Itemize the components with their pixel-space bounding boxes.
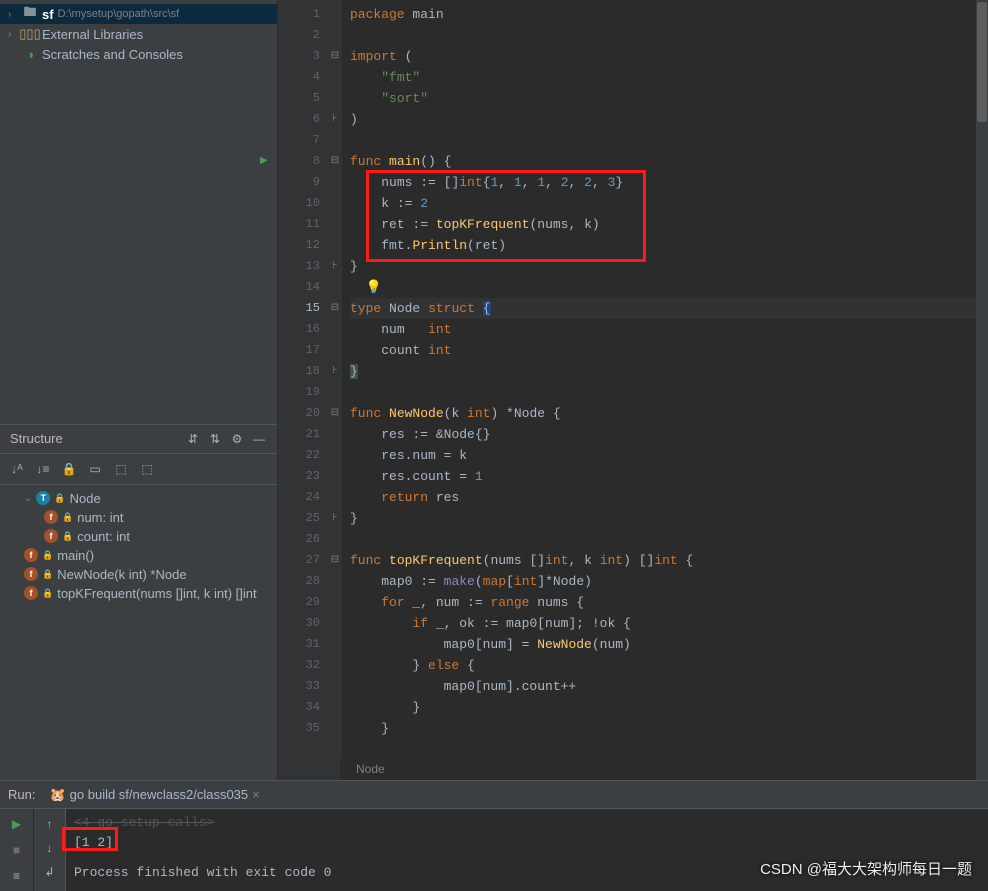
library-icon: ▯▯▯ [22, 26, 38, 42]
func-icon: f [24, 567, 38, 581]
chevron-down-icon: ⌄ [24, 493, 32, 504]
lock-icon: 🔒 [62, 512, 73, 523]
struct-label: num: int [77, 510, 123, 525]
close-icon[interactable]: × [252, 787, 260, 802]
console-result: [1 2] [74, 833, 980, 853]
autoscroll-from-icon[interactable]: ⬚ [136, 458, 158, 480]
struct-field-count[interactable]: f 🔒 count: int [0, 527, 277, 546]
struct-label: NewNode(k int) *Node [57, 567, 186, 582]
stop-icon[interactable]: ■ [6, 839, 28, 861]
struct-label: Node [70, 491, 101, 506]
left-panel: › 🖿 sf D:\mysetup\gopath\src\sf › ▯▯▯ Ex… [0, 0, 278, 780]
external-libraries[interactable]: › ▯▯▯ External Libraries [0, 24, 277, 44]
gear-icon[interactable]: ⚙ [229, 431, 245, 447]
structure-toolbar: ↓ᴬ ↓≡ 🔒 ▭ ⬚ ⬚ [0, 453, 277, 485]
lock-icon: 🔒 [42, 588, 53, 599]
project-name: sf [42, 7, 54, 22]
field-icon: f [44, 529, 58, 543]
autoscroll-icon[interactable]: ⬚ [110, 458, 132, 480]
func-icon: f [24, 586, 38, 600]
lock-icon: 🔒 [42, 550, 53, 561]
structure-panel: Structure ⇵ ⇅ ⚙ — ↓ᴬ ↓≡ 🔒 ▭ ⬚ ⬚ ⌄ T [0, 424, 277, 781]
layout-icon[interactable]: ≡ [6, 865, 28, 887]
rerun-icon[interactable]: ▶ [6, 813, 28, 835]
hide-icon[interactable]: — [251, 431, 267, 447]
structure-title: Structure [10, 431, 179, 446]
code-area[interactable]: package mainimport ( "fmt" "sort")func m… [342, 0, 988, 780]
expand-icon[interactable]: ⇵ [185, 431, 201, 447]
structure-header: Structure ⇵ ⇅ ⚙ — [0, 425, 277, 453]
project-tree: › 🖿 sf D:\mysetup\gopath\src\sf › ▯▯▯ Ex… [0, 0, 277, 68]
watermark: CSDN @福大大架构师每日一题 [760, 858, 972, 879]
run-nav: ↑ ↓ ↲ [34, 809, 66, 891]
sort-alpha-icon[interactable]: ↓ᴬ [6, 458, 28, 480]
console-setup: <4 go setup calls> [74, 813, 980, 833]
scrollbar-thumb[interactable] [977, 2, 987, 122]
line-gutter: 12345678▶9101112131415161718192021222324… [278, 0, 328, 780]
collapse-icon[interactable]: ⇅ [207, 431, 223, 447]
run-header: Run: 🐹 go build sf/newclass2/class035 × [0, 781, 988, 809]
scratches[interactable]: ◑ Scratches and Consoles [0, 44, 277, 64]
type-icon: T [36, 491, 50, 505]
struct-label: main() [57, 548, 94, 563]
scrollbar-vertical[interactable] [976, 0, 988, 780]
struct-label: count: int [77, 529, 130, 544]
lock-icon: 🔒 [42, 569, 53, 580]
lock-icon: 🔒 [62, 531, 73, 542]
sort-visibility-icon[interactable]: ↓≡ [32, 458, 54, 480]
struct-field-num[interactable]: f 🔒 num: int [0, 508, 277, 527]
up-icon[interactable]: ↑ [39, 813, 61, 835]
struct-label: topKFrequent(nums []int, k int) []int [57, 586, 256, 601]
lock-icon: 🔒 [54, 493, 65, 504]
wrap-icon[interactable]: ↲ [39, 861, 61, 883]
editor-panel: 12345678▶9101112131415161718192021222324… [278, 0, 988, 780]
scratches-label: Scratches and Consoles [42, 47, 183, 62]
breadcrumb[interactable]: Node [340, 758, 988, 780]
struct-node-type[interactable]: ⌄ T 🔒 Node [0, 489, 277, 508]
external-libs-label: External Libraries [42, 27, 143, 42]
field-icon: f [44, 510, 58, 524]
run-tab[interactable]: 🐹 go build sf/newclass2/class035 × [43, 785, 265, 805]
run-tab-label: go build sf/newclass2/class035 [70, 787, 249, 802]
structure-tree: ⌄ T 🔒 Node f 🔒 num: int f 🔒 count: int f [0, 485, 277, 607]
run-label: Run: [8, 787, 35, 802]
project-path: D:\mysetup\gopath\src\sf [58, 8, 180, 20]
show-fields-icon[interactable]: 🔒 [58, 458, 80, 480]
struct-func-newnode[interactable]: f 🔒 NewNode(k int) *Node [0, 565, 277, 584]
struct-func-topk[interactable]: f 🔒 topKFrequent(nums []int, k int) []in… [0, 584, 277, 603]
down-icon[interactable]: ↓ [39, 837, 61, 859]
struct-func-main[interactable]: f 🔒 main() [0, 546, 277, 565]
chevron-right-icon: › [8, 9, 18, 20]
func-icon: f [24, 548, 38, 562]
scratch-icon: ◑ [22, 46, 38, 62]
go-icon: 🐹 [49, 787, 65, 803]
show-non-public-icon[interactable]: ▭ [84, 458, 106, 480]
fold-gutter: ⊟⊦⊟⊦⊟⊦⊟⊦⊟ [328, 0, 342, 780]
folder-icon: 🖿 [22, 6, 38, 22]
project-root[interactable]: › 🖿 sf D:\mysetup\gopath\src\sf [0, 4, 277, 24]
chevron-right-icon: › [8, 29, 18, 40]
run-toolbar: ▶ ■ ≡ [0, 809, 34, 891]
